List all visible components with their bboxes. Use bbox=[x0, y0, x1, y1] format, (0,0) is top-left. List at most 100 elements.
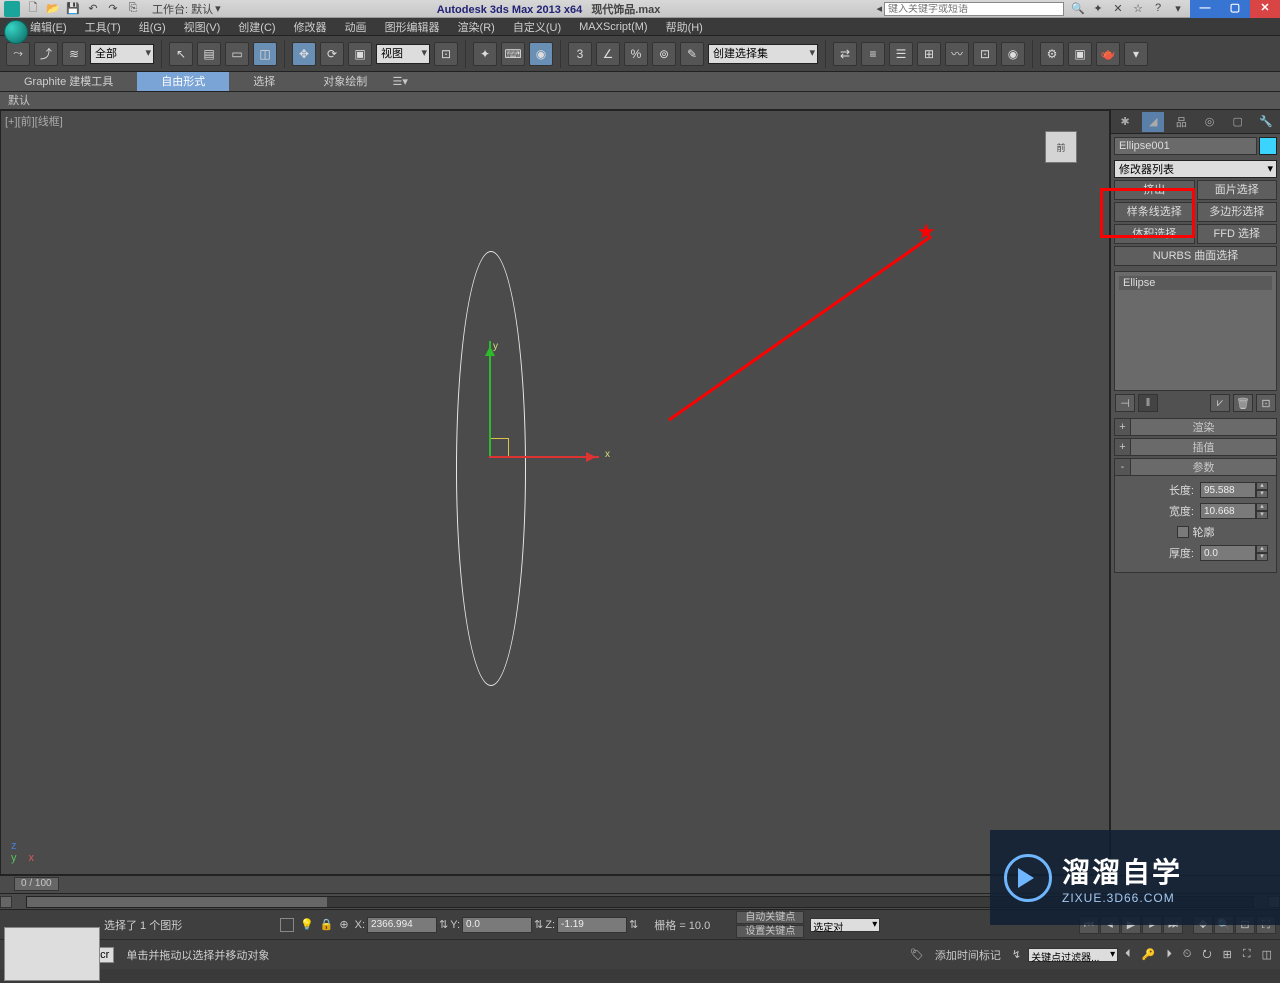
move-icon[interactable]: ✥ bbox=[292, 42, 316, 66]
stack-item-ellipse[interactable]: Ellipse bbox=[1119, 276, 1272, 290]
align-icon[interactable]: ≡ bbox=[861, 42, 885, 66]
ribbon-dropdown-icon[interactable]: ☰▾ bbox=[391, 75, 409, 88]
minimize-button[interactable]: — bbox=[1190, 0, 1220, 18]
width-spinner[interactable]: ▴▾ bbox=[1200, 503, 1268, 519]
select-name-icon[interactable]: ▤ bbox=[197, 42, 221, 66]
selection-filter[interactable]: 全部 bbox=[90, 44, 154, 64]
ribbon-tab-freeform[interactable]: 自由形式 bbox=[137, 72, 229, 91]
coord-display-icon[interactable]: ⊕ bbox=[339, 918, 348, 931]
ref-coord-system[interactable]: 视图 bbox=[376, 44, 430, 64]
scrollbar-thumb[interactable] bbox=[27, 897, 327, 907]
viewcube[interactable]: 前 bbox=[1033, 119, 1089, 175]
help-icon[interactable]: ? bbox=[1150, 2, 1166, 16]
make-unique-icon[interactable]: ⩗ bbox=[1210, 394, 1230, 412]
menu-maxscript[interactable]: MAXScript(M) bbox=[579, 21, 647, 33]
workspace-label[interactable]: 工作台: 默认 bbox=[152, 1, 213, 17]
trackbar-toggle-icon[interactable] bbox=[0, 896, 12, 908]
manipulate-icon[interactable]: ✦ bbox=[473, 42, 497, 66]
render-icon[interactable]: 🫖 bbox=[1096, 42, 1120, 66]
viewport-orbit-icon[interactable]: ⭮ bbox=[1198, 946, 1215, 964]
exchange-icon[interactable]: ✕ bbox=[1110, 2, 1126, 16]
tab-modify-icon[interactable]: ◢ bbox=[1142, 112, 1164, 132]
next-key-icon[interactable]: ⏵ bbox=[1162, 946, 1176, 964]
snap-toggle-icon[interactable]: ◉ bbox=[529, 42, 553, 66]
qat-link-icon[interactable]: ⎘ bbox=[124, 2, 142, 16]
ribbon-tab-paint[interactable]: 对象绘制 bbox=[299, 72, 391, 91]
maxscript-listener[interactable] bbox=[4, 927, 100, 981]
gizmo-x-axis[interactable] bbox=[489, 456, 599, 458]
ellipse-object[interactable] bbox=[456, 251, 526, 686]
rotate-icon[interactable]: ⟳ bbox=[320, 42, 344, 66]
menu-create[interactable]: 创建(C) bbox=[238, 19, 275, 35]
named-selection-set[interactable]: 创建选择集 bbox=[708, 44, 818, 64]
application-button[interactable] bbox=[4, 20, 28, 44]
render-preset-icon[interactable]: ▾ bbox=[1124, 42, 1148, 66]
maximize-button[interactable]: ▢ bbox=[1220, 0, 1250, 18]
btn-ffd-select[interactable]: FFD 选择 bbox=[1197, 224, 1278, 244]
viewport[interactable]: [+][前][线框] 前 y x z y x ★ bbox=[0, 110, 1110, 875]
ribbon-tab-selection[interactable]: 选择 bbox=[229, 72, 299, 91]
width-input[interactable] bbox=[1200, 503, 1256, 519]
menu-customize[interactable]: 自定义(U) bbox=[513, 19, 561, 35]
btn-extrude[interactable]: 挤出 bbox=[1114, 180, 1195, 200]
btn-vol-select[interactable]: 体积选择 bbox=[1114, 224, 1195, 244]
rollout-parameters-header[interactable]: - 参数 bbox=[1114, 458, 1277, 476]
menu-rendering[interactable]: 渲染(R) bbox=[458, 19, 495, 35]
x-coord-field[interactable]: 2366.994 bbox=[367, 917, 437, 933]
setkey-button[interactable]: 设置关键点 bbox=[736, 925, 804, 938]
viewcube-face[interactable]: 前 bbox=[1045, 131, 1077, 163]
spinner-down-icon[interactable]: ▾ bbox=[1256, 490, 1268, 498]
schematic-icon[interactable]: ⊡ bbox=[973, 42, 997, 66]
favorite-icon[interactable]: ☆ bbox=[1130, 2, 1146, 16]
curve-editor-icon[interactable]: 〰 bbox=[945, 42, 969, 66]
modifier-stack[interactable]: Ellipse bbox=[1114, 271, 1277, 391]
layer-manager-icon[interactable]: ⊞ bbox=[917, 42, 941, 66]
search-field[interactable] bbox=[885, 4, 1063, 15]
viewport-max-toggle-icon[interactable]: ◫ bbox=[1258, 946, 1276, 964]
dropdown-icon[interactable]: ▾ bbox=[1170, 2, 1186, 16]
expand-icon[interactable]: + bbox=[1115, 419, 1131, 435]
btn-spline-select[interactable]: 样条线选择 bbox=[1114, 202, 1195, 222]
y-coord-field[interactable]: 0.0 bbox=[462, 917, 532, 933]
btn-nurbs-select[interactable]: NURBS 曲面选择 bbox=[1114, 246, 1277, 266]
search-input[interactable] bbox=[884, 2, 1064, 16]
scale-icon[interactable]: ▣ bbox=[348, 42, 372, 66]
btn-patch-select[interactable]: 面片选择 bbox=[1197, 180, 1278, 200]
menu-help[interactable]: 帮助(H) bbox=[666, 19, 703, 35]
qat-open-icon[interactable]: 📂 bbox=[44, 2, 62, 16]
snap-3d-icon[interactable]: 3 bbox=[568, 42, 592, 66]
viewport-zoom-ext-icon[interactable]: ⛶ bbox=[1239, 946, 1255, 964]
configure-sets-icon[interactable]: ⊡ bbox=[1256, 394, 1276, 412]
qat-undo-icon[interactable]: ↶ bbox=[84, 2, 102, 16]
qat-redo-icon[interactable]: ↷ bbox=[104, 2, 122, 16]
rollout-interpolation-header[interactable]: + 插值 bbox=[1114, 438, 1277, 456]
qat-new-icon[interactable]: 🗋 bbox=[24, 2, 42, 16]
infocenter-prev-icon[interactable]: ◂ bbox=[876, 2, 882, 15]
object-color-swatch[interactable] bbox=[1259, 137, 1277, 155]
thickness-spinner[interactable]: ▴▾ bbox=[1200, 545, 1268, 561]
remove-modifier-icon[interactable]: 🗑 bbox=[1233, 394, 1253, 412]
pivot-center-icon[interactable]: ⊡ bbox=[434, 42, 458, 66]
angle-snap-icon[interactable]: ∠ bbox=[596, 42, 620, 66]
spinner-icon[interactable]: ⇅ bbox=[534, 918, 543, 931]
prev-key-icon[interactable]: ⏴ bbox=[1121, 946, 1135, 964]
keyboard-shortcut-icon[interactable]: ⌨ bbox=[501, 42, 525, 66]
render-frame-icon[interactable]: ▣ bbox=[1068, 42, 1092, 66]
rollout-rendering-header[interactable]: + 渲染 bbox=[1114, 418, 1277, 436]
unlink-icon[interactable]: ⤴ bbox=[34, 42, 58, 66]
spinner-up-icon[interactable]: ▴ bbox=[1256, 545, 1268, 553]
select-region-icon[interactable]: ▭ bbox=[225, 42, 249, 66]
app-icon[interactable] bbox=[4, 1, 20, 17]
window-crossing-icon[interactable]: ◫ bbox=[253, 42, 277, 66]
time-tag-icon[interactable]: 🏷 bbox=[906, 946, 928, 964]
mirror-icon[interactable]: ⇄ bbox=[833, 42, 857, 66]
autokey-button[interactable]: 自动关键点 bbox=[736, 911, 804, 924]
render-setup-icon[interactable]: ⚙ bbox=[1040, 42, 1064, 66]
spinner-icon[interactable]: ⇅ bbox=[629, 918, 638, 931]
time-slider[interactable]: 0 / 100 bbox=[14, 877, 59, 891]
subscription-icon[interactable]: ✦ bbox=[1090, 2, 1106, 16]
object-name-field[interactable]: Ellipse001 bbox=[1114, 137, 1257, 155]
tab-utilities-icon[interactable]: 🔧 bbox=[1255, 112, 1277, 132]
menu-modifiers[interactable]: 修改器 bbox=[294, 19, 327, 35]
key-filter-dropdown[interactable]: 关键点过滤器... bbox=[1028, 948, 1118, 962]
